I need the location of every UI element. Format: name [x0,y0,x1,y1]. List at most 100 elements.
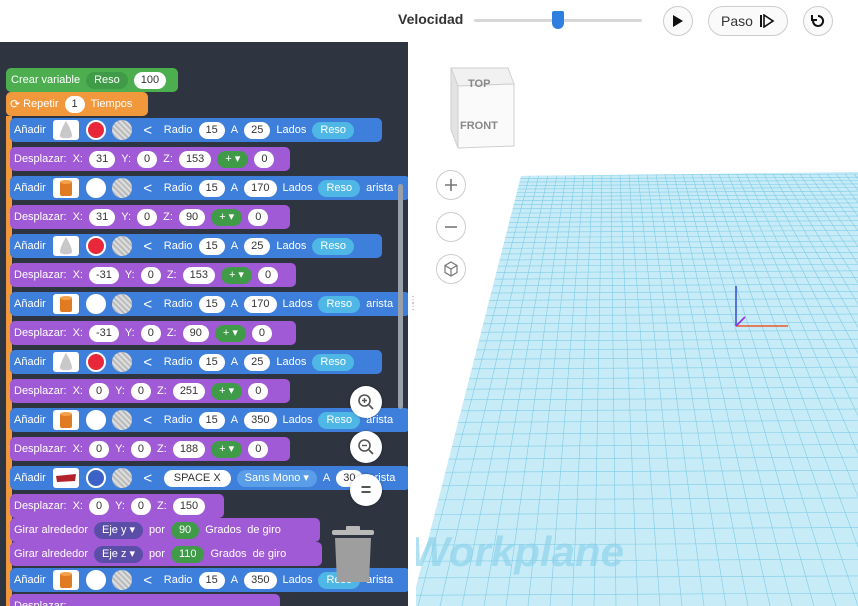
height-value[interactable]: 25 [244,353,271,371]
x-value[interactable]: -31 [88,266,119,284]
add-block[interactable]: Añadir < Radio 15 A 25 Lados Reso [10,350,382,374]
collapse-chevron-icon[interactable]: < [141,354,155,371]
add-block[interactable]: Añadir < Radio 15 A 170 Lados Reso arista [10,292,408,316]
axis-select[interactable]: Eje y ▾ [93,521,144,539]
rotate-block[interactable]: Girar alrededor Eje z ▾ por 110 Grados d… [10,542,322,566]
height-value[interactable]: 25 [244,237,271,255]
z-value[interactable]: 90 [182,324,209,342]
x-value[interactable]: 0 [88,382,110,400]
y-value[interactable]: 0 [130,382,152,400]
operator-select[interactable]: + ▾ [211,382,243,400]
height-value[interactable]: 25 [244,121,271,139]
move-block[interactable]: Desplazar: X: 0 Y: 0 Z: 251 + ▾ 0 [10,379,290,403]
rotate-block[interactable]: Girar alrededor Eje y ▾ por 90 Grados de… [10,518,320,542]
collapse-chevron-icon[interactable]: < [141,238,155,255]
hole-toggle[interactable] [111,570,132,590]
y-value[interactable]: 0 [130,497,152,515]
play-button[interactable] [663,6,693,36]
zoom-in-button[interactable] [350,386,382,418]
move-block[interactable]: Desplazar: X: -31 Y: 0 Z: 153 + ▾ 0 [10,263,296,287]
workspace-scrollbar[interactable] [398,184,403,409]
y-value[interactable]: 0 [137,208,158,226]
move-block[interactable]: Desplazar: X: 31 Y: 0 Z: 153 + ▾ 0 [10,147,290,171]
operator-select[interactable]: + ▾ [214,324,246,342]
hole-toggle[interactable] [111,178,132,198]
y-value[interactable]: 0 [140,324,161,342]
operator-value[interactable]: 0 [254,150,275,168]
cone-shape-icon[interactable] [52,236,79,256]
color-swatch[interactable] [85,410,106,430]
move-block[interactable]: Desplazar: X: 0 Y: 0 Z: 150 [10,494,224,518]
collapse-chevron-icon[interactable]: < [141,296,155,313]
move-block[interactable]: Desplazar: X: -31 Y: 0 Z: 90 + ▾ 0 [10,321,296,345]
operator-value[interactable]: 0 [251,324,272,342]
cone-shape-icon[interactable] [52,120,79,140]
operator-select[interactable]: + ▾ [220,266,252,284]
view-cube-front[interactable]: FRONT [460,120,498,132]
cylinder-shape-icon[interactable] [52,294,79,314]
zoom-out-view-button[interactable] [436,212,466,242]
z-value[interactable]: 153 [182,266,215,284]
create-variable-block[interactable]: Crear variable Reso 100 [6,68,178,92]
degrees-value[interactable]: 90 [170,521,200,539]
color-swatch[interactable] [85,120,106,140]
3d-viewport[interactable]: Workplane TOP FRONT [416,42,858,606]
add-block[interactable]: Añadir < Radio 15 A 25 Lados Reso [10,118,382,142]
sides-var[interactable]: Reso [318,179,361,197]
trash-icon[interactable] [332,526,374,582]
hole-toggle[interactable] [111,294,132,314]
color-swatch[interactable] [85,352,106,372]
zoom-reset-button[interactable]: = [350,474,382,506]
color-swatch[interactable] [85,236,106,256]
z-value[interactable]: 188 [172,440,206,458]
operator-select[interactable]: + ▾ [211,440,243,458]
repeat-count[interactable]: 1 [64,95,85,113]
view-cube[interactable]: TOP FRONT [446,64,516,154]
cone-shape-icon[interactable] [52,352,79,372]
y-value[interactable]: 0 [137,150,158,168]
z-value[interactable]: 251 [172,382,206,400]
hole-toggle[interactable] [111,352,132,372]
sides-var[interactable]: Reso [312,121,355,139]
height-value[interactable]: 350 [244,571,277,589]
add-block[interactable]: Añadir < Radio 15 A 25 Lados Reso [10,234,382,258]
color-swatch[interactable] [85,468,106,488]
cylinder-shape-icon[interactable] [52,410,79,430]
radius-value[interactable]: 15 [198,237,225,255]
color-swatch[interactable] [85,294,106,314]
cylinder-shape-icon[interactable] [52,570,79,590]
sides-var[interactable]: Reso [318,295,361,313]
radius-value[interactable]: 15 [198,353,225,371]
collapse-chevron-icon[interactable]: < [141,180,155,197]
axis-select[interactable]: Eje z ▾ [93,545,144,563]
x-value[interactable]: 31 [88,150,116,168]
reset-button[interactable] [803,6,833,36]
operator-value[interactable]: 0 [248,440,269,458]
add-block[interactable]: Añadir < Radio 15 A 350 Lados Reso arista [10,408,408,432]
hole-toggle[interactable] [111,468,132,488]
cylinder-shape-icon[interactable] [52,178,79,198]
color-swatch[interactable] [85,178,106,198]
blocks-workspace[interactable]: Crear variable Reso 100 ⟳ Repetir 1 Tiem… [0,42,408,606]
operator-select[interactable]: + ▾ [211,208,243,226]
hole-toggle[interactable] [111,236,132,256]
move-block[interactable]: Desplazar: X: 0 Y: 0 Z: 188 + ▾ 0 [10,437,290,461]
sides-var[interactable]: Reso [312,237,355,255]
zoom-out-button[interactable] [350,431,382,463]
speed-slider-thumb[interactable] [552,11,564,29]
height-value[interactable]: 170 [244,295,277,313]
collapse-chevron-icon[interactable]: < [141,572,155,589]
text-shape-icon[interactable] [52,468,79,488]
y-value[interactable]: 0 [130,440,152,458]
add-block[interactable]: Añadir < Radio 15 A 170 Lados Reso arista [10,176,408,200]
variable-name[interactable]: Reso [86,71,128,89]
panel-resize-handle[interactable]: ⋮ ⋮ [408,296,418,328]
collapse-chevron-icon[interactable]: < [141,412,155,429]
x-value[interactable]: 0 [88,497,110,515]
radius-value[interactable]: 15 [198,411,225,429]
degrees-value[interactable]: 110 [170,545,205,563]
collapse-chevron-icon[interactable]: < [141,122,155,139]
radius-value[interactable]: 15 [198,179,225,197]
repeat-block[interactable]: ⟳ Repetir 1 Tiempos [6,92,148,116]
operator-value[interactable]: 0 [257,266,279,284]
